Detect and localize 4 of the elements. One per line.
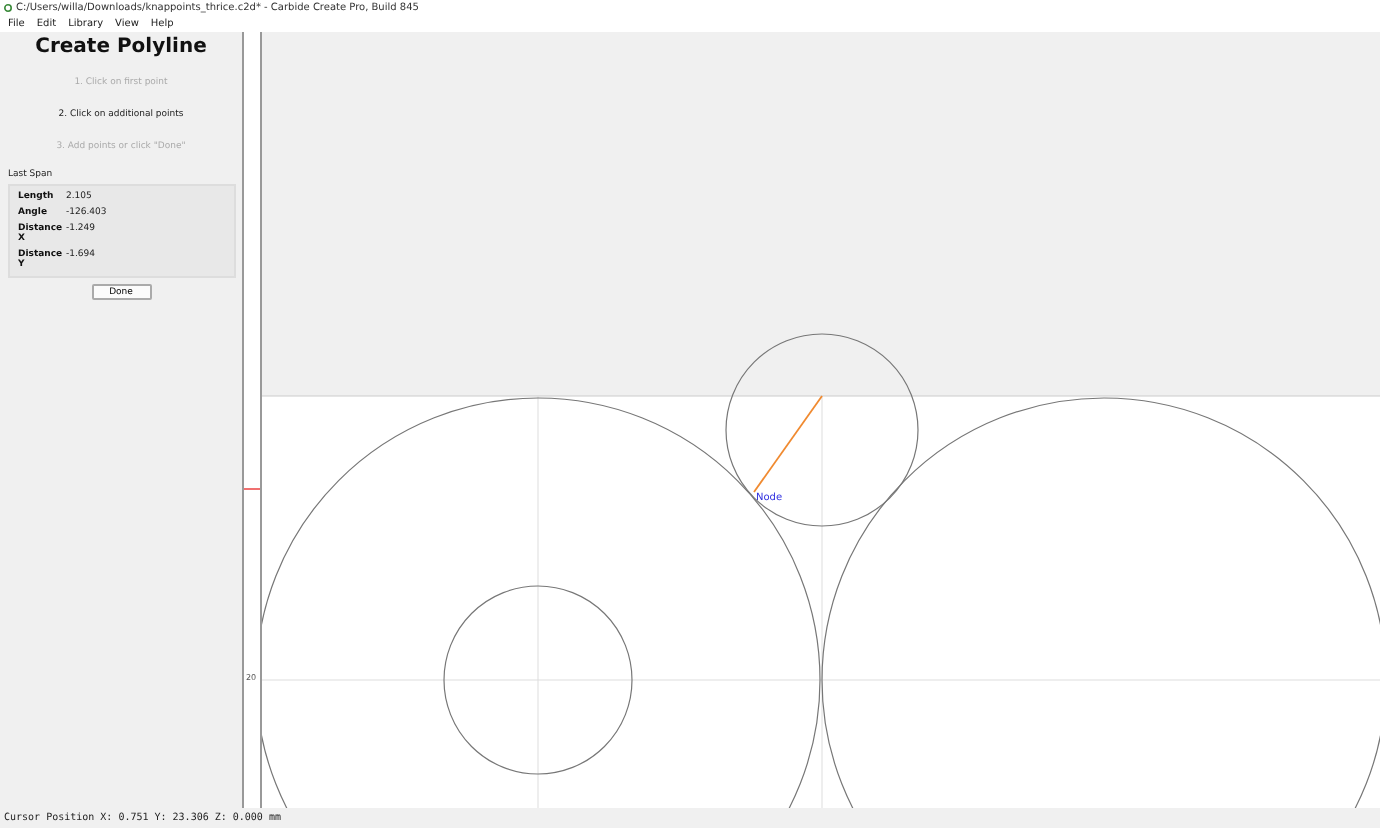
panel-title: Create Polyline: [35, 36, 207, 58]
app-icon: [4, 4, 12, 12]
polyline-segment: [753, 395, 823, 493]
ruler-marker: [244, 488, 260, 490]
